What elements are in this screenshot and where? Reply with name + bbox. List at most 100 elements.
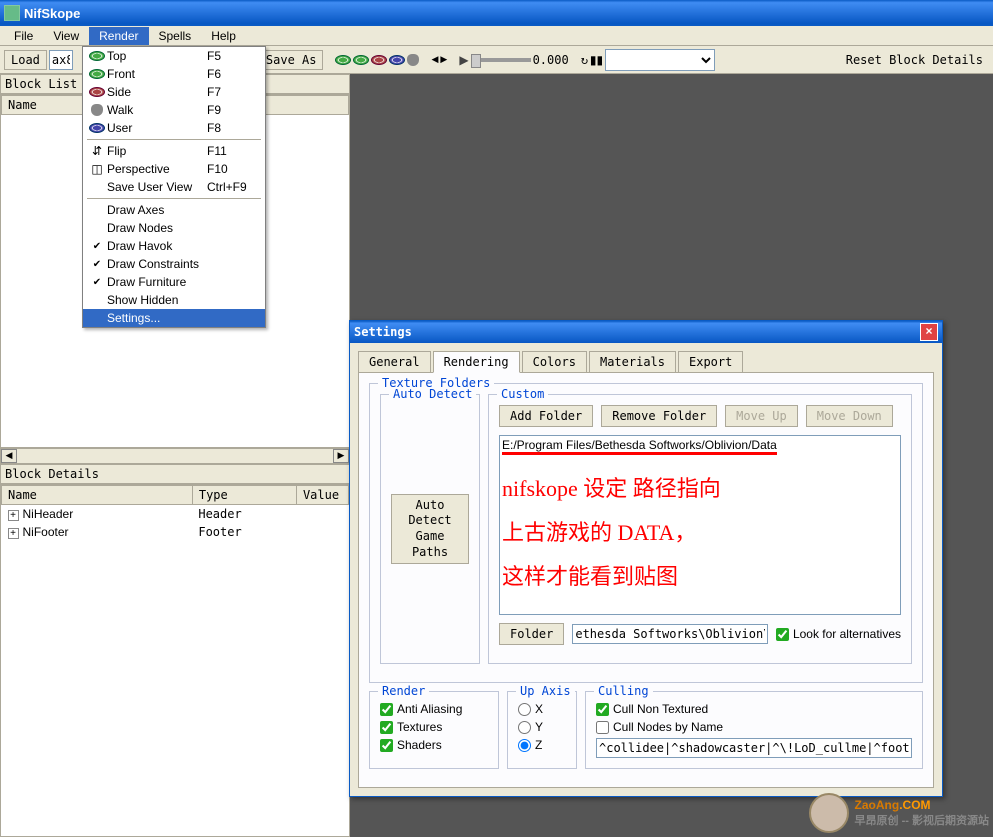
axis-z-radio[interactable]: Z: [518, 738, 566, 752]
tab-colors[interactable]: Colors: [522, 351, 587, 372]
menu-spells[interactable]: Spells: [149, 27, 202, 45]
folder-path-input[interactable]: [572, 624, 768, 644]
eye-green-icon: [89, 51, 105, 61]
path-prefix-input[interactable]: [49, 50, 73, 70]
cull-by-name-checkbox[interactable]: Cull Nodes by Name: [596, 720, 912, 734]
menu-user[interactable]: UserF8: [83, 119, 265, 137]
menu-flip[interactable]: ⇵FlipF11: [83, 142, 265, 160]
menu-help[interactable]: Help: [201, 27, 246, 45]
custom-fieldset: Custom Add Folder Remove Folder Move Up …: [488, 394, 912, 664]
shaders-checkbox[interactable]: Shaders: [380, 738, 488, 752]
move-down-button[interactable]: Move Down: [806, 405, 893, 427]
look-for-alternatives-checkbox[interactable]: Look for alternatives: [776, 627, 901, 641]
view-side-icon[interactable]: [371, 55, 387, 65]
list-item[interactable]: E:/Program Files/Bethesda Softworks/Obli…: [502, 438, 777, 455]
remove-folder-button[interactable]: Remove Folder: [601, 405, 717, 427]
annotation-text: nifskope 设定 路径指向 上古游戏的 DATA， 这样才能看到贴图: [502, 467, 898, 599]
menu-top[interactable]: TopF5: [83, 47, 265, 65]
add-folder-button[interactable]: Add Folder: [499, 405, 593, 427]
render-fieldset: Render Anti Aliasing Textures Shaders: [369, 691, 499, 769]
auto-detect-fieldset: Auto Detect Auto Detect Game Paths: [380, 394, 480, 664]
tab-rendering[interactable]: Rendering: [433, 351, 520, 373]
cull-regex-input[interactable]: [596, 738, 912, 758]
render-dropdown: TopF5 FrontF6 SideF7 WalkF9 UserF8 ⇵Flip…: [82, 46, 266, 328]
move-up-button[interactable]: Move Up: [725, 405, 798, 427]
time-value: 0.000: [533, 53, 569, 67]
block-details[interactable]: Name Type Value +NiHeader Header +NiFoot…: [0, 484, 350, 837]
dialog-title: Settings: [354, 325, 920, 339]
check-icon: [87, 259, 107, 270]
app-title: NifSkope: [24, 6, 80, 21]
scroll-right-icon[interactable]: ▶: [333, 449, 349, 463]
menu-draw-nodes[interactable]: Draw Nodes: [83, 219, 265, 237]
loop-icon[interactable]: ↻: [581, 53, 588, 67]
save-as-button[interactable]: Save As: [259, 50, 324, 70]
check-icon: [87, 241, 107, 252]
anti-aliasing-checkbox[interactable]: Anti Aliasing: [380, 702, 488, 716]
menu-side[interactable]: SideF7: [83, 83, 265, 101]
expand-icon[interactable]: +: [8, 510, 19, 521]
col-value[interactable]: Value: [296, 485, 348, 504]
menubar: File View Render Spells Help: [0, 26, 993, 46]
cull-non-textured-checkbox[interactable]: Cull Non Textured: [596, 702, 912, 716]
folder-button[interactable]: Folder: [499, 623, 564, 645]
culling-fieldset: Culling Cull Non Textured Cull Nodes by …: [585, 691, 923, 769]
time-slider[interactable]: [471, 58, 531, 62]
walk-icon[interactable]: [407, 54, 419, 66]
menu-walk[interactable]: WalkF9: [83, 101, 265, 119]
eye-green-icon: [89, 69, 105, 79]
col-name[interactable]: Name: [2, 485, 193, 504]
pause-icon[interactable]: ▮▮: [590, 53, 603, 67]
col-type[interactable]: Type: [192, 485, 296, 504]
folder-listbox[interactable]: E:/Program Files/Bethesda Softworks/Obli…: [499, 435, 901, 615]
textures-checkbox[interactable]: Textures: [380, 720, 488, 734]
reset-block-details-button[interactable]: Reset Block Details: [840, 51, 989, 69]
expand-icon[interactable]: +: [8, 528, 19, 539]
menu-perspective[interactable]: ◫PerspectiveF10: [83, 160, 265, 178]
auto-detect-game-paths-button[interactable]: Auto Detect Game Paths: [391, 494, 469, 564]
block-details-header: Block Details: [0, 464, 350, 484]
table-row[interactable]: +NiFooter Footer: [2, 523, 349, 541]
load-button[interactable]: Load: [4, 50, 47, 70]
menu-settings[interactable]: Settings...: [83, 309, 265, 327]
check-icon: [87, 277, 107, 288]
menu-draw-constraints[interactable]: Draw Constraints: [83, 255, 265, 273]
settings-dialog: Settings × General Rendering Colors Mate…: [349, 320, 943, 797]
watermark: ZaoAng.COM 早昂原创 -- 影视后期资源站: [809, 793, 989, 833]
menu-draw-furniture[interactable]: Draw Furniture: [83, 273, 265, 291]
close-icon[interactable]: ×: [920, 323, 938, 341]
tab-materials[interactable]: Materials: [589, 351, 676, 372]
table-row[interactable]: +NiHeader Header: [2, 504, 349, 523]
titlebar: NifSkope: [0, 0, 993, 26]
hscrollbar[interactable]: ◀ ▶: [0, 448, 350, 464]
menu-save-user-view[interactable]: Save User ViewCtrl+F9: [83, 178, 265, 196]
axis-y-radio[interactable]: Y: [518, 720, 566, 734]
eye-red-icon: [89, 87, 105, 97]
menu-file[interactable]: File: [4, 27, 43, 45]
scroll-left-icon[interactable]: ◀: [1, 449, 17, 463]
perspective-icon: ◫: [87, 162, 107, 176]
up-axis-fieldset: Up Axis X Y Z: [507, 691, 577, 769]
menu-draw-havok[interactable]: Draw Havok: [83, 237, 265, 255]
prev-icon[interactable]: ◀: [431, 54, 438, 65]
settings-tabs: General Rendering Colors Materials Expor…: [358, 351, 934, 373]
eye-blue-icon: [89, 123, 105, 133]
view-front-icon[interactable]: [353, 55, 369, 65]
menu-front[interactable]: FrontF6: [83, 65, 265, 83]
view-user-icon[interactable]: [389, 55, 405, 65]
tab-export[interactable]: Export: [678, 351, 743, 372]
view-top-icon[interactable]: [335, 55, 351, 65]
next-icon[interactable]: ▶: [440, 54, 447, 65]
menu-show-hidden[interactable]: Show Hidden: [83, 291, 265, 309]
dialog-titlebar[interactable]: Settings ×: [350, 321, 942, 343]
texture-folders-fieldset: Texture Folders Auto Detect Auto Detect …: [369, 383, 923, 683]
menu-view[interactable]: View: [43, 27, 89, 45]
axis-x-radio[interactable]: X: [518, 702, 566, 716]
tab-content: Texture Folders Auto Detect Auto Detect …: [358, 373, 934, 788]
menu-draw-axes[interactable]: Draw Axes: [83, 201, 265, 219]
footprint-icon: [91, 104, 103, 116]
menu-render[interactable]: Render: [89, 27, 148, 45]
play-icon[interactable]: [459, 53, 468, 67]
tab-general[interactable]: General: [358, 351, 431, 372]
anim-select[interactable]: [605, 49, 715, 71]
